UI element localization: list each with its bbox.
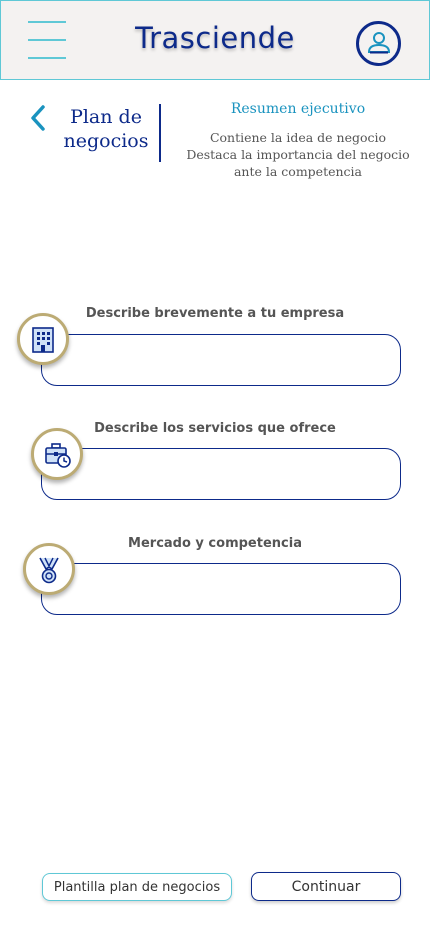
section-title: Plan de negocios [63,106,149,152]
summary-title: Resumen ejecutivo [230,101,366,117]
summary-description: Contiene la idea de negocio Destaca la i… [166,129,430,180]
market-label: Mercado y competencia [128,536,302,551]
continue-button[interactable]: Continuar [251,872,401,901]
market-input[interactable] [41,563,401,615]
app-header: Trasciende [0,0,430,80]
services-label: Describe los servicios que ofrece [94,421,336,436]
divider [159,104,161,162]
template-button[interactable]: Plantilla plan de negocios [42,873,232,901]
briefcase-clock-icon [45,443,71,468]
user-icon [367,32,391,54]
services-badge [31,428,83,480]
company-description-label: Describe brevemente a tu empresa [85,306,345,321]
company-badge [17,313,69,365]
medal-icon [39,557,59,584]
back-button[interactable] [28,103,50,133]
summary-line: Contiene la idea de negocio [209,130,387,145]
market-badge [23,543,75,595]
building-icon [32,327,54,353]
summary-line: Destaca la importancia del negocio [186,147,410,162]
chevron-left-icon [31,105,45,131]
summary-line: ante la competencia [233,164,363,179]
services-input[interactable] [41,448,401,500]
profile-button[interactable] [356,21,401,66]
company-description-input[interactable] [41,334,401,386]
